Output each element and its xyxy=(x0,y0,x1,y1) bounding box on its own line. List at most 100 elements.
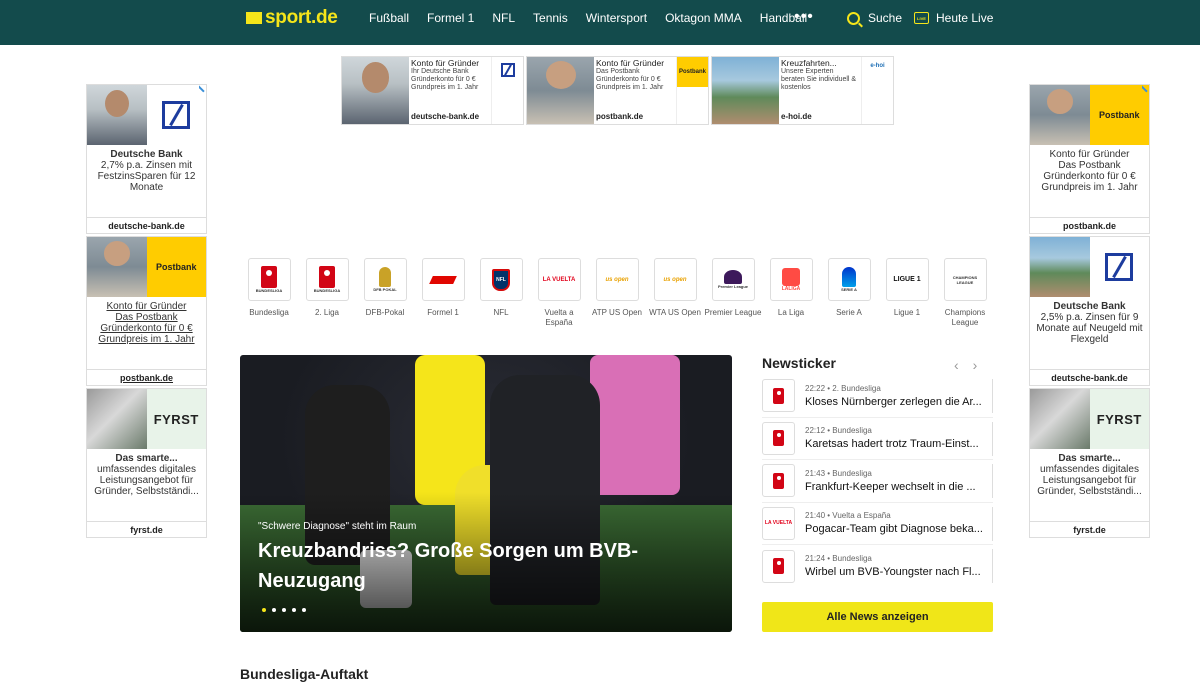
news-meta: 22:22 • 2. Bundesliga xyxy=(805,383,881,393)
category-premier-league[interactable]: Premier League Premier League xyxy=(704,258,762,328)
side-ad-deutsche-bank[interactable]: Deutsche Bank 2,7% p.a. Zinsen mit Festz… xyxy=(86,84,207,234)
carousel-dot-3[interactable] xyxy=(282,608,286,612)
ad-domain[interactable]: postbank.de xyxy=(87,369,206,385)
category-serie-a[interactable]: SERIE A Serie A xyxy=(820,258,878,328)
nav-item-nfl[interactable]: NFL xyxy=(492,11,515,25)
ad-title: Das smarte... xyxy=(115,453,178,464)
ad-title[interactable]: Konto für Gründer xyxy=(87,301,206,312)
list-item[interactable]: 21:43 • Bundesliga Frankfurt-Keeper wech… xyxy=(762,460,993,503)
ad-text: Das Postbank Gründerkonto für 0 € Grundp… xyxy=(596,68,664,91)
category-2-liga[interactable]: BUNDESLIGA 2. Liga xyxy=(298,258,356,328)
ad-title: Deutsche Bank xyxy=(1053,301,1126,312)
premier-league-icon: Premier League xyxy=(711,258,755,301)
deutsche-bank-logo-icon xyxy=(1105,253,1134,281)
ad-image xyxy=(342,57,409,124)
category-ligue-1[interactable]: LIGUE 1 Ligue 1 xyxy=(878,258,936,328)
category-label: Ligue 1 xyxy=(893,308,921,317)
ad-text: umfassendes digitales Leistungsangebot f… xyxy=(94,464,199,497)
ad-title: Das smarte... xyxy=(1058,453,1121,464)
nav-item-fussball[interactable]: Fußball xyxy=(369,11,409,25)
category-champions-league[interactable]: CHAMPIONS LEAGUE Champions League xyxy=(936,258,993,328)
site-logo[interactable]: sport.de xyxy=(246,7,338,28)
carousel-dot-2[interactable] xyxy=(272,608,276,612)
nav-item-tennis[interactable]: Tennis xyxy=(533,11,568,25)
champions-league-icon: CHAMPIONS LEAGUE xyxy=(943,258,987,301)
carousel-dot-1[interactable] xyxy=(262,608,266,612)
hero-headline[interactable]: Kreuzbandriss? Große Sorgen um BVB-Neuzu… xyxy=(258,536,698,596)
news-headline: Karetsas hadert trotz Traum-Einst... xyxy=(805,438,979,451)
hero-teaser[interactable]: "Schwere Diagnose" steht im Raum Kreuzba… xyxy=(240,355,732,632)
ad-postbank[interactable]: Konto für Gründer Das Postbank Gründerko… xyxy=(526,56,709,125)
vuelta-icon: LA VUELTA xyxy=(762,506,795,540)
all-news-button[interactable]: Alle News anzeigen xyxy=(762,602,993,632)
list-item[interactable]: 22:22 • 2. Bundesliga Kloses Nürnberger … xyxy=(762,375,993,418)
ad-text: Ihr Deutsche Bank Gründerkonto für 0 € G… xyxy=(411,68,479,91)
list-item[interactable]: 21:24 • Bundesliga Wirbel um BVB-Youngst… xyxy=(762,545,993,588)
bundesliga2-icon xyxy=(762,379,795,413)
ad-domain: e-hoi.de xyxy=(781,112,812,121)
chevron-left-icon[interactable]: ‹ xyxy=(954,357,959,373)
ad-image xyxy=(87,389,147,449)
ad-title: Konto für Gründer xyxy=(596,58,665,68)
bundesliga-icon xyxy=(762,549,795,583)
ad-title: Kreuzfahrten... xyxy=(781,58,837,68)
ad-deutsche-bank[interactable]: Konto für Gründer Ihr Deutsche Bank Grün… xyxy=(341,56,524,125)
logo-text: sport.de xyxy=(265,7,338,28)
category-label: Bundesliga xyxy=(249,308,289,317)
category-label: Formel 1 xyxy=(427,308,459,317)
ad-domain: deutsche-bank.de xyxy=(1030,369,1149,385)
ad-domain: deutsche-bank.de xyxy=(411,112,480,121)
news-headline: Wirbel um BVB-Youngster nach Fl... xyxy=(805,566,981,579)
side-ad-fyrst[interactable]: FYRST Das smarte... umfassendes digitale… xyxy=(1029,388,1150,538)
category-label: DFB-Pokal xyxy=(365,308,405,317)
live-tv-icon: LIVE xyxy=(914,12,929,24)
e-hoi-logo-icon: e-hoi xyxy=(870,63,885,69)
category-label: Serie A xyxy=(836,308,862,317)
news-meta: 21:24 • Bundesliga xyxy=(805,554,872,564)
bundesliga-icon xyxy=(762,464,795,498)
carousel-dot-4[interactable] xyxy=(292,608,296,612)
nav-item-formel1[interactable]: Formel 1 xyxy=(427,11,474,25)
ad-image xyxy=(87,85,147,145)
more-menu-button[interactable]: ••• xyxy=(794,8,814,26)
news-meta: 22:12 • Bundesliga xyxy=(805,426,872,436)
nfl-icon: NFL xyxy=(479,258,523,301)
side-ad-deutsche-bank[interactable]: Deutsche Bank 2,5% p.a. Zinsen für 9 Mon… xyxy=(1029,236,1150,386)
ad-text[interactable]: Das Postbank Gründerkonto für 0 € Grundp… xyxy=(87,312,206,345)
nav-item-oktagon-mma[interactable]: Oktagon MMA xyxy=(665,11,742,25)
nav-item-wintersport[interactable]: Wintersport xyxy=(586,11,647,25)
heute-live-button[interactable]: LIVE Heute Live xyxy=(914,11,993,25)
bundesliga2-icon: BUNDESLIGA xyxy=(305,258,349,301)
section-title: Bundesliga-Auftakt xyxy=(240,666,369,682)
newsticker-list: 22:22 • 2. Bundesliga Kloses Nürnberger … xyxy=(762,375,993,588)
category-dfb-pokal[interactable]: DFB POKAL DFB-Pokal xyxy=(356,258,414,328)
ad-image xyxy=(1030,389,1090,449)
site-header: sport.de Fußball Formel 1 NFL Tennis Win… xyxy=(0,0,1200,45)
side-ad-postbank[interactable]: Postbank Konto für Gründer Das Postbank … xyxy=(1029,84,1150,234)
category-label: 2. Liga xyxy=(314,308,340,317)
side-ad-fyrst[interactable]: FYRST Das smarte... umfassendes digitale… xyxy=(86,388,207,538)
sport-category-strip: BUNDESLIGA Bundesliga BUNDESLIGA 2. Liga… xyxy=(240,258,993,328)
category-la-liga[interactable]: LALIGA La Liga xyxy=(762,258,820,328)
list-item[interactable]: 22:12 • Bundesliga Karetsas hadert trotz… xyxy=(762,418,993,460)
fyrst-logo-icon: FYRST xyxy=(146,389,206,449)
category-nfl[interactable]: NFL NFL xyxy=(472,258,530,328)
ad-text: Unsere Experten beraten Sie individuell … xyxy=(781,68,857,91)
side-ad-postbank[interactable]: Postbank Konto für Gründer Das Postbank … xyxy=(86,236,207,386)
category-formel1[interactable]: Formel 1 xyxy=(414,258,472,328)
adchoices-icon[interactable] xyxy=(193,85,205,97)
category-bundesliga[interactable]: BUNDESLIGA Bundesliga xyxy=(240,258,298,328)
category-label: La Liga xyxy=(777,308,805,317)
category-vuelta[interactable]: LA VUELTA Vuelta a España xyxy=(530,258,588,328)
ad-text: 2,5% p.a. Zinsen für 9 Monate auf Neugel… xyxy=(1036,312,1143,345)
ad-e-hoi[interactable]: Kreuzfahrten... Unsere Experten beraten … xyxy=(711,56,894,125)
carousel-dot-5[interactable] xyxy=(302,608,306,612)
category-wta-us-open[interactable]: us open WTA US Open xyxy=(646,258,704,328)
news-meta: 21:40 • Vuelta a España xyxy=(805,511,891,521)
chevron-right-icon[interactable]: › xyxy=(973,357,978,373)
category-label: WTA US Open xyxy=(649,308,701,317)
main-nav: Fußball Formel 1 NFL Tennis Wintersport … xyxy=(369,11,825,25)
list-item[interactable]: LA VUELTA 21:40 • Vuelta a España Pogaca… xyxy=(762,503,993,545)
search-button[interactable]: Suche xyxy=(847,11,902,25)
category-atp-us-open[interactable]: us open ATP US Open xyxy=(588,258,646,328)
